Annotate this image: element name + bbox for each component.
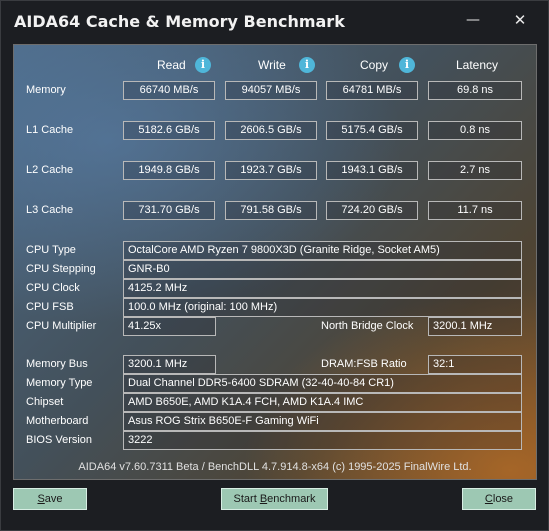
save-button[interactable]: Save (13, 488, 87, 510)
row-label-l3-cache: L3 Cache (26, 204, 74, 216)
memory-read-value: 66740 MB/s (123, 81, 215, 100)
row-label-l2-cache: L2 Cache (26, 164, 74, 176)
l1-write-value: 2606.5 GB/s (225, 121, 317, 140)
memory-bus-label: Memory Bus (26, 358, 88, 370)
start-benchmark-button[interactable]: Start Benchmark (221, 488, 328, 510)
memory-bus-value: 3200.1 MHz (123, 355, 216, 374)
cpu-stepping-value: GNR-B0 (123, 260, 522, 279)
close-accelerator: C (484, 493, 493, 505)
cpu-fsb-value: 100.0 MHz (original: 100 MHz) (123, 298, 522, 317)
cpu-type-label: CPU Type (26, 244, 76, 256)
chipset-label: Chipset (26, 396, 64, 408)
memory-latency-value: 69.8 ns (428, 81, 522, 100)
info-icon[interactable]: i (399, 57, 415, 73)
l2-latency-value: 2.7 ns (428, 161, 522, 180)
info-icon[interactable]: i (299, 57, 315, 73)
l2-read-value: 1949.8 GB/s (123, 161, 215, 180)
cpu-stepping-label: CPU Stepping (26, 263, 96, 275)
close-label: lose (492, 493, 514, 505)
cpu-multiplier-value: 41.25x (123, 317, 216, 336)
bios-version-value: 3222 (123, 431, 522, 450)
column-header-copy: Copy (360, 58, 389, 72)
chipset-value: AMD B650E, AMD K1A.4 FCH, AMD K1A.4 IMC (123, 393, 522, 412)
cpu-type-value: OctalCore AMD Ryzen 7 9800X3D (Granite R… (123, 241, 522, 260)
close-icon[interactable]: ✕ (505, 7, 535, 33)
dram-fsb-ratio-label: DRAM:FSB Ratio (321, 358, 407, 370)
l3-latency-value: 11.7 ns (428, 201, 522, 220)
dram-fsb-ratio-value: 32:1 (428, 355, 522, 374)
row-label-memory: Memory (26, 84, 66, 96)
memory-copy-value: 64781 MB/s (326, 81, 418, 100)
save-accelerator: S (37, 493, 45, 505)
row-label-l1-cache: L1 Cache (26, 124, 74, 136)
memory-type-value: Dual Channel DDR5-6400 SDRAM (32-40-40-8… (123, 374, 522, 393)
l3-copy-value: 724.20 GB/s (326, 201, 418, 220)
l1-copy-value: 5175.4 GB/s (326, 121, 418, 140)
cpu-clock-label: CPU Clock (26, 282, 80, 294)
column-header-read: Read (157, 58, 186, 72)
motherboard-value: Asus ROG Strix B650E-F Gaming WiFi (123, 412, 522, 431)
version-footer: AIDA64 v7.60.7311 Beta / BenchDLL 4.7.91… (78, 461, 472, 473)
cpu-multiplier-label: CPU Multiplier (26, 320, 97, 332)
close-button[interactable]: Close (462, 488, 536, 510)
benchmark-window: AIDA64 Cache & Memory Benchmark — ✕ Read… (0, 0, 549, 531)
memory-type-label: Memory Type (26, 377, 93, 389)
column-header-write: Write (258, 58, 286, 72)
info-icon[interactable]: i (195, 57, 211, 73)
memory-write-value: 94057 MB/s (225, 81, 317, 100)
motherboard-label: Motherboard (26, 415, 89, 427)
north-bridge-clock-label: North Bridge Clock (321, 320, 414, 332)
l2-write-value: 1923.7 GB/s (225, 161, 317, 180)
north-bridge-clock-value: 3200.1 MHz (428, 317, 522, 336)
title-bar: AIDA64 Cache & Memory Benchmark — ✕ (1, 1, 549, 41)
start-label-prefix: Start (233, 493, 260, 505)
l2-copy-value: 1943.1 GB/s (326, 161, 418, 180)
start-label-rest: enchmark (267, 493, 316, 505)
column-header-latency: Latency (456, 58, 499, 72)
l3-write-value: 791.58 GB/s (225, 201, 317, 220)
bios-version-label: BIOS Version (26, 434, 93, 446)
save-label: ave (44, 493, 63, 505)
benchmark-panel: Read i Write i Copy i Latency Memory 667… (13, 44, 537, 480)
window-title: AIDA64 Cache & Memory Benchmark (14, 12, 345, 31)
l1-read-value: 5182.6 GB/s (123, 121, 215, 140)
l1-latency-value: 0.8 ns (428, 121, 522, 140)
l3-read-value: 731.70 GB/s (123, 201, 215, 220)
cpu-clock-value: 4125.2 MHz (123, 279, 522, 298)
cpu-fsb-label: CPU FSB (26, 301, 74, 313)
minimize-icon[interactable]: — (458, 7, 488, 33)
